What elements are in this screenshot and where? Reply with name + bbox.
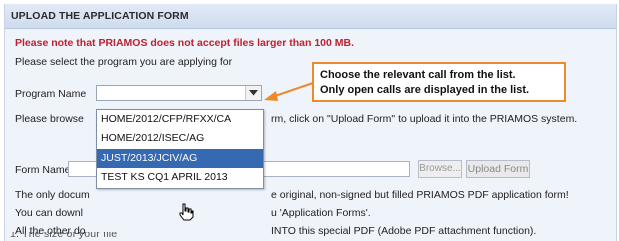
callout-arrow [264,81,317,101]
last-line-text: 1. The size of your file [10,232,118,240]
callout-line-1: Choose the relevant call from the list. [320,69,516,81]
cut-off-line: 1. The size of your file [0,232,611,241]
callout-text: Choose the relevant call from the list. … [320,68,560,98]
callout-box: Choose the relevant call from the list. … [312,62,566,102]
callout-line-2: Only open calls are displayed in the lis… [320,84,530,96]
hand-cursor-icon [179,203,194,221]
